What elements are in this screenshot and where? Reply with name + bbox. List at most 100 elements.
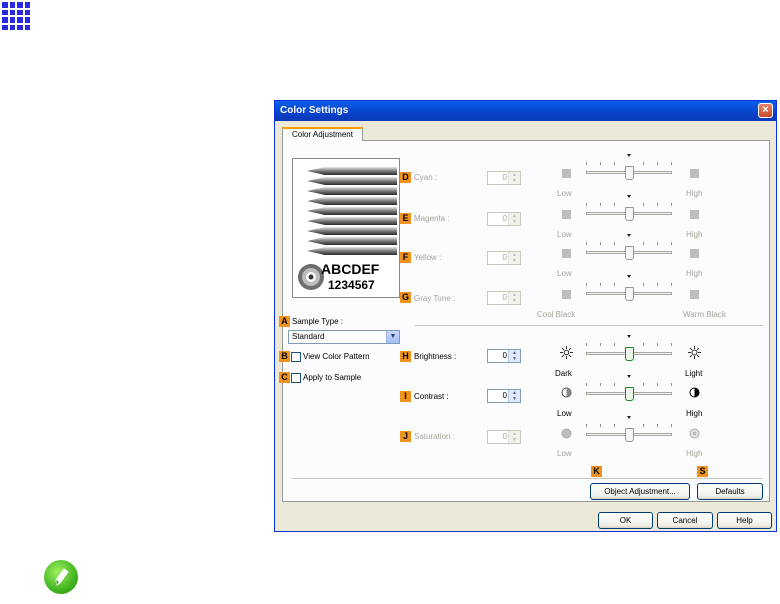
- contrast-low-icon: [561, 387, 572, 398]
- sample-type-select[interactable]: Standard ▼: [288, 330, 400, 344]
- yellow-label: Yellow :: [414, 253, 442, 262]
- badge-i: I: [400, 391, 411, 402]
- yellow-spin-buttons[interactable]: ▲ ▼: [508, 252, 520, 264]
- object-adjustment-button[interactable]: Object Adjustment...: [590, 483, 690, 500]
- dialog-title: Color Settings: [280, 105, 349, 116]
- contrast-center-mark: [627, 375, 631, 378]
- gray-tone-low-swatch: [562, 290, 571, 299]
- cyan-spinner[interactable]: 0 ▲ ▼: [487, 171, 521, 185]
- gray-tone-slider-thumb[interactable]: [625, 287, 634, 301]
- cyan-low-label: Low: [557, 189, 572, 198]
- yellow-slider-thumb[interactable]: [625, 246, 634, 260]
- saturation-low-icon: [561, 428, 572, 439]
- cyan-center-mark: [627, 154, 631, 157]
- cyan-label: Cyan :: [414, 173, 438, 182]
- color-settings-dialog: Color Settings × Color Adjustment ABCDEF…: [274, 100, 777, 532]
- note-pencil-icon: [44, 560, 78, 594]
- yellow-spinner[interactable]: 0 ▲ ▼: [487, 251, 521, 265]
- spin-down-icon: ▼: [512, 396, 517, 402]
- yellow-low-swatch: [562, 249, 571, 258]
- saturation-spinner[interactable]: 0 ▲ ▼: [487, 430, 521, 444]
- yellow-value: 0: [502, 253, 507, 262]
- apply-to-sample-checkbox[interactable]: [291, 373, 301, 383]
- spin-down-icon: ▼: [512, 298, 517, 304]
- badge-b: B: [279, 351, 290, 362]
- magenta-slider[interactable]: [586, 195, 672, 223]
- badge-h: H: [400, 351, 411, 362]
- view-color-pattern-checkbox[interactable]: [291, 352, 301, 362]
- contrast-high-icon: [689, 387, 700, 398]
- yellow-center-mark: [627, 234, 631, 237]
- contrast-spinner[interactable]: 0 ▲ ▼: [487, 389, 521, 403]
- section-divider: [415, 325, 763, 327]
- cyan-value: 0: [502, 173, 507, 182]
- yellow-slider[interactable]: [586, 234, 672, 262]
- contrast-label: Contrast :: [414, 392, 449, 401]
- magenta-spinner[interactable]: 0 ▲ ▼: [487, 212, 521, 226]
- close-button[interactable]: ×: [758, 103, 773, 118]
- sun-bright-icon: [688, 346, 701, 359]
- cyan-slider-thumb[interactable]: [625, 166, 634, 180]
- bottom-divider: [291, 478, 763, 480]
- cyan-spin-buttons[interactable]: ▲ ▼: [508, 172, 520, 184]
- saturation-slider-thumb[interactable]: [625, 428, 634, 442]
- magenta-label: Magenta :: [414, 214, 450, 223]
- gray-tone-spin-buttons[interactable]: ▲ ▼: [508, 292, 520, 304]
- defaults-button[interactable]: Defaults: [697, 483, 763, 500]
- sample-type-label: Sample Type :: [292, 317, 343, 326]
- grid-icon: [2, 2, 30, 30]
- brightness-label: Brightness :: [414, 352, 457, 361]
- contrast-low-label: Low: [557, 409, 572, 418]
- cyan-high-swatch: [690, 169, 699, 178]
- magenta-value: 0: [502, 214, 507, 223]
- tab-color-adjustment[interactable]: Color Adjustment: [282, 127, 363, 141]
- cancel-button[interactable]: Cancel: [657, 512, 713, 529]
- brightness-center-mark: [627, 335, 631, 338]
- brightness-spinner[interactable]: 0 ▲ ▼: [487, 349, 521, 363]
- contrast-slider-thumb[interactable]: [625, 387, 634, 401]
- contrast-spin-buttons[interactable]: ▲ ▼: [508, 390, 520, 402]
- badge-s: S: [697, 466, 708, 477]
- saturation-label: Saturation :: [414, 432, 455, 441]
- gray-tone-slider[interactable]: [586, 275, 672, 303]
- brightness-low-label: Dark: [555, 369, 572, 378]
- saturation-slider[interactable]: [586, 416, 672, 444]
- view-color-pattern-label: View Color Pattern: [303, 352, 370, 361]
- cyan-low-swatch: [562, 169, 571, 178]
- help-button[interactable]: Help: [717, 512, 772, 529]
- gray-tone-spinner[interactable]: 0 ▲ ▼: [487, 291, 521, 305]
- sample-preview: [292, 158, 400, 298]
- contrast-slider[interactable]: [586, 375, 672, 403]
- spin-down-icon: ▼: [512, 437, 517, 443]
- cyan-high-label: High: [686, 189, 703, 198]
- brightness-spin-buttons[interactable]: ▲ ▼: [508, 350, 520, 362]
- spin-down-icon: ▼: [512, 356, 517, 362]
- magenta-high-swatch: [690, 210, 699, 219]
- badge-j: J: [400, 431, 411, 442]
- magenta-high-label: High: [686, 230, 703, 239]
- gray-tone-low-label: Cool Black: [537, 310, 576, 319]
- spin-down-icon: ▼: [512, 258, 517, 264]
- badge-g: G: [400, 292, 411, 303]
- brightness-slider[interactable]: [586, 335, 672, 363]
- ok-button[interactable]: OK: [598, 512, 653, 529]
- spin-down-icon: ▼: [512, 219, 517, 225]
- magenta-slider-thumb[interactable]: [625, 207, 634, 221]
- preview-text-line2: 1234567: [328, 278, 375, 292]
- cyan-slider[interactable]: [586, 154, 672, 182]
- saturation-high-label: High: [686, 449, 703, 458]
- magenta-spin-buttons[interactable]: ▲ ▼: [508, 213, 520, 225]
- magenta-low-label: Low: [557, 230, 572, 239]
- chevron-down-icon[interactable]: ▼: [386, 331, 399, 343]
- saturation-spin-buttons[interactable]: ▲ ▼: [508, 431, 520, 443]
- brightness-slider-thumb[interactable]: [625, 347, 634, 361]
- magenta-low-swatch: [562, 210, 571, 219]
- badge-a: A: [279, 316, 290, 327]
- brightness-high-label: Light: [685, 369, 703, 378]
- gray-tone-value: 0: [502, 293, 507, 302]
- title-bar: Color Settings ×: [275, 101, 776, 121]
- spin-down-icon: ▼: [512, 178, 517, 184]
- gray-tone-high-label: Warm Black: [683, 310, 726, 319]
- sample-type-value: Standard: [292, 332, 325, 341]
- badge-d: D: [400, 172, 411, 183]
